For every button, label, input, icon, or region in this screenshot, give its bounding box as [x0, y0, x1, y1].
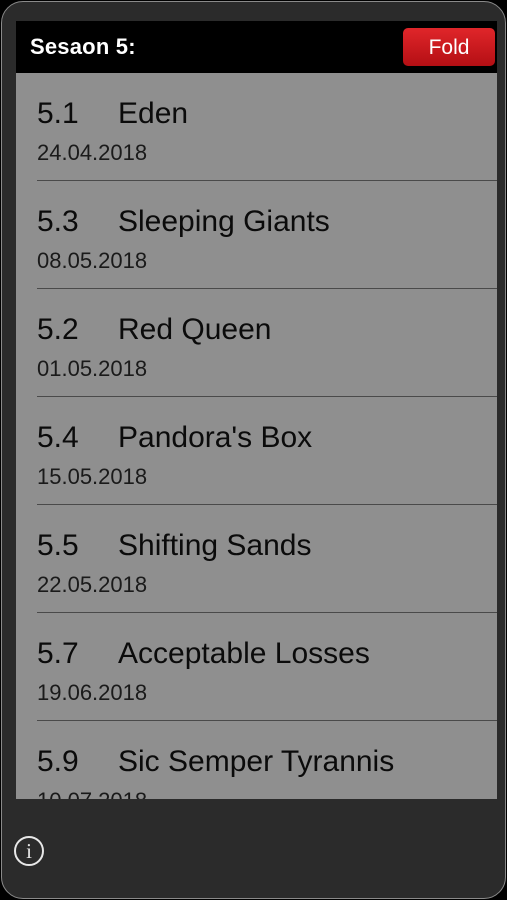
season-header: Sesaon 5: Fold [16, 21, 497, 73]
season-title: Sesaon 5: [30, 34, 136, 59]
episode-number: 5.1 [37, 97, 79, 130]
episode-title: Pandora's Box [118, 421, 313, 454]
episode-row[interactable]: 5.4 Pandora's Box 15.05.2018 [37, 397, 497, 505]
app-frame: Sesaon 5: Fold 5.1 Eden 24.04.2018 5.3 S… [1, 1, 506, 899]
episode-row[interactable]: 5.1 Eden 24.04.2018 [37, 73, 497, 181]
episode-number: 5.7 [37, 637, 79, 670]
episode-date: 24.04.2018 [37, 140, 148, 165]
episode-list[interactable]: 5.1 Eden 24.04.2018 5.3 Sleeping Giants … [16, 73, 497, 799]
phone-screen: Sesaon 5: Fold 5.1 Eden 24.04.2018 5.3 S… [0, 0, 507, 900]
episode-row[interactable]: 5.2 Red Queen 01.05.2018 [37, 289, 497, 397]
episode-row[interactable]: 5.5 Shifting Sands 22.05.2018 [37, 505, 497, 613]
episode-number: 5.9 [37, 745, 79, 778]
episode-date: 19.06.2018 [37, 680, 148, 705]
episode-title: Red Queen [118, 313, 272, 346]
episode-date: 08.05.2018 [37, 248, 148, 273]
fold-button[interactable]: Fold [403, 28, 495, 66]
episode-date: 01.05.2018 [37, 356, 148, 381]
episode-row[interactable]: 5.9 Sic Semper Tyrannis 10.07.2018 [37, 721, 497, 799]
episode-title: Eden [118, 97, 189, 130]
episode-number: 5.3 [37, 205, 79, 238]
episode-title: Sic Semper Tyrannis [118, 745, 395, 778]
info-icon[interactable]: i [14, 836, 44, 866]
episode-row[interactable]: 5.3 Sleeping Giants 08.05.2018 [37, 181, 497, 289]
episode-number: 5.2 [37, 313, 79, 346]
episode-date: 22.05.2018 [37, 572, 148, 597]
episode-date: 15.05.2018 [37, 464, 148, 489]
episode-number: 5.4 [37, 421, 79, 454]
episode-title: Acceptable Losses [118, 637, 370, 670]
episode-number: 5.5 [37, 529, 79, 562]
episode-title: Shifting Sands [118, 529, 312, 562]
episode-title: Sleeping Giants [118, 205, 330, 238]
episode-row[interactable]: 5.7 Acceptable Losses 19.06.2018 [37, 613, 497, 721]
episode-date: 10.07.2018 [37, 788, 147, 799]
